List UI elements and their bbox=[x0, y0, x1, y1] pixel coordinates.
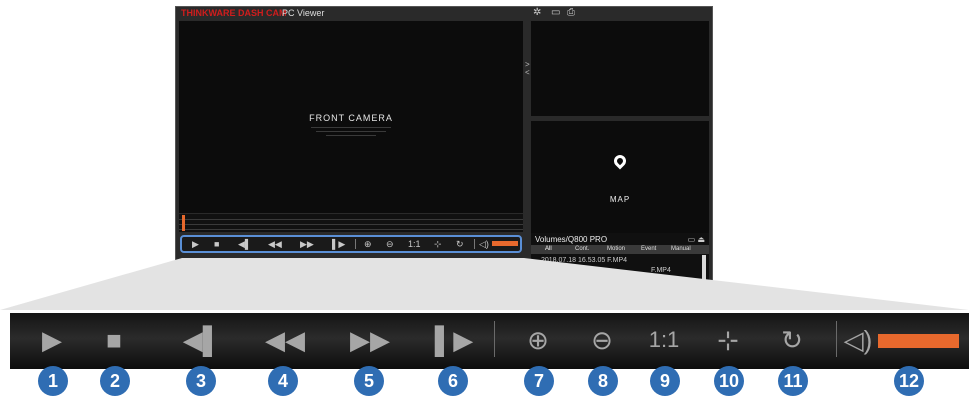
rewind-icon[interactable]: ◀◀ bbox=[268, 239, 282, 249]
callout-4: 4 bbox=[268, 366, 298, 396]
callout-9: 9 bbox=[650, 366, 680, 396]
map-view: MAP bbox=[531, 121, 709, 233]
callout-8: 8 bbox=[588, 366, 618, 396]
rotate-icon[interactable]: ↻ bbox=[772, 324, 812, 356]
zoom-in-icon[interactable]: ⊕ bbox=[518, 324, 558, 356]
playback-controls-enlarged: ▶ ■ ◀▌ ◀◀ ▶▶ ▌▶ ⊕ ⊖ 1:1 ⊹ ↻ ◁) bbox=[10, 313, 969, 369]
file-tabs: All Cont. Motion Event Manual bbox=[531, 245, 709, 254]
callout-1: 1 bbox=[38, 366, 68, 396]
previous-frame-icon[interactable]: ◀▌ bbox=[238, 239, 251, 249]
next-frame-icon[interactable]: ▌▶ bbox=[434, 324, 474, 356]
list-item[interactable]: F.MP4 bbox=[651, 267, 671, 274]
volume-icon[interactable]: ◁) bbox=[838, 324, 878, 356]
tab-manual[interactable]: Manual bbox=[671, 246, 691, 252]
collapse-toggle[interactable]: > < bbox=[525, 61, 530, 77]
stop-icon[interactable]: ■ bbox=[214, 239, 219, 249]
next-frame-icon[interactable]: ▌▶ bbox=[332, 239, 345, 249]
callout-7: 7 bbox=[524, 366, 554, 396]
callout-12: 12 bbox=[894, 366, 924, 396]
callout-6: 6 bbox=[438, 366, 468, 396]
printer-icon[interactable]: ⎙ bbox=[567, 7, 575, 19]
video-subtext bbox=[311, 127, 391, 139]
pc-viewer-window: THINKWARE DASH CAM PC Viewer ✲ ▭ ⎙ FRONT… bbox=[175, 6, 713, 282]
fullscreen-icon[interactable]: ⊹ bbox=[708, 324, 748, 356]
fullscreen-icon[interactable]: ⊹ bbox=[434, 239, 442, 249]
tab-motion[interactable]: Motion bbox=[607, 246, 625, 252]
previous-frame-icon[interactable]: ◀▌ bbox=[182, 324, 222, 356]
front-camera-view: FRONT CAMERA bbox=[179, 21, 523, 213]
fast-forward-icon[interactable]: ▶▶ bbox=[300, 239, 314, 249]
callout-3: 3 bbox=[186, 366, 216, 396]
folder-icon[interactable]: ▭ bbox=[551, 7, 560, 19]
brand-logo: THINKWARE DASH CAM bbox=[181, 8, 287, 18]
stop-icon[interactable]: ■ bbox=[94, 324, 134, 356]
actual-size-label[interactable]: 1:1 bbox=[642, 324, 686, 356]
rewind-icon[interactable]: ◀◀ bbox=[265, 324, 305, 356]
fast-forward-icon[interactable]: ▶▶ bbox=[350, 324, 390, 356]
tab-all[interactable]: All bbox=[545, 246, 552, 252]
map-label: MAP bbox=[609, 195, 631, 204]
actual-size-label[interactable]: 1:1 bbox=[408, 239, 421, 249]
video-label: FRONT CAMERA bbox=[309, 113, 393, 123]
zoom-out-icon[interactable]: ⊖ bbox=[582, 324, 622, 356]
app-name: PC Viewer bbox=[282, 8, 325, 18]
title-bar: THINKWARE DASH CAM PC Viewer ✲ ▭ ⎙ bbox=[176, 7, 712, 21]
volume-icon[interactable]: ◁) bbox=[479, 239, 489, 249]
map-pin-icon bbox=[611, 152, 629, 170]
zoom-out-icon[interactable]: ⊖ bbox=[386, 239, 394, 249]
callout-2: 2 bbox=[100, 366, 130, 396]
gear-icon[interactable]: ✲ bbox=[533, 7, 541, 19]
play-icon[interactable]: ▶ bbox=[32, 324, 72, 356]
tab-event[interactable]: Event bbox=[641, 246, 656, 252]
volume-title: Volumes/Q800 PRO bbox=[535, 235, 608, 244]
rotate-icon[interactable]: ↻ bbox=[456, 239, 464, 249]
callout-5: 5 bbox=[354, 366, 384, 396]
callout-11: 11 bbox=[778, 366, 808, 396]
rear-camera-view bbox=[531, 21, 709, 116]
scrollbar[interactable] bbox=[702, 255, 706, 281]
volume-slider[interactable] bbox=[878, 334, 959, 348]
play-icon[interactable]: ▶ bbox=[192, 239, 199, 249]
zoom-in-icon[interactable]: ⊕ bbox=[364, 239, 372, 249]
callout-10: 10 bbox=[714, 366, 744, 396]
timeline[interactable] bbox=[179, 214, 523, 232]
volume-slider[interactable] bbox=[492, 241, 518, 246]
tab-cont[interactable]: Cont. bbox=[575, 246, 589, 252]
timeline-marker[interactable] bbox=[182, 215, 185, 231]
playback-controls-small: ▶ ■ ◀▌ ◀◀ ▶▶ ▌▶ ⊕ ⊖ 1:1 ⊹ ↻ ◁) bbox=[180, 235, 522, 253]
file-panel-icons[interactable]: ▭ ⏏ bbox=[688, 235, 705, 244]
